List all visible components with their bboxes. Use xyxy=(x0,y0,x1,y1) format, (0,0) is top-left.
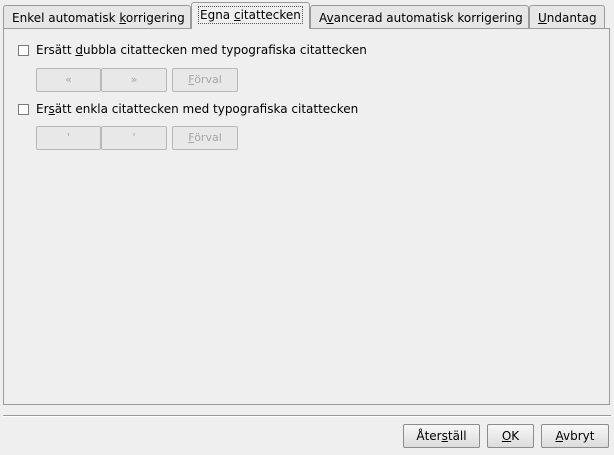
tab-undantag[interactable]: Undantag xyxy=(529,5,605,29)
cancel-button[interactable]: Avbryt xyxy=(541,424,609,448)
tab-enkel-automatisk-korrigering[interactable]: Enkel automatisk korrigering xyxy=(3,5,191,29)
tab-panel: Ersätt dubbla citattecken med typografis… xyxy=(3,28,610,405)
double-quotes-label: Ersätt dubbla citattecken med typografis… xyxy=(36,43,367,57)
ok-button[interactable]: OK xyxy=(487,424,534,448)
single-quotes-label: Ersätt enkla citattecken med typografisk… xyxy=(36,102,359,116)
tab-label: Undantag xyxy=(538,11,597,25)
single-quotes-row[interactable]: Ersätt enkla citattecken med typografisk… xyxy=(18,102,358,116)
single-default-button[interactable]: Förval xyxy=(172,126,238,150)
tab-avancerad-automatisk-korrigering[interactable]: Avancerad automatisk korrigering xyxy=(310,5,529,29)
single-quotes-checkbox[interactable] xyxy=(18,103,29,115)
tab-label: Avancerad automatisk korrigering xyxy=(319,11,523,25)
double-quotes-row[interactable]: Ersätt dubbla citattecken med typografis… xyxy=(18,43,367,57)
tab-egna-citattecken[interactable]: Egna citattecken xyxy=(191,2,310,29)
single-close-quote-button[interactable]: ' xyxy=(101,126,167,150)
single-open-quote-button[interactable]: ' xyxy=(36,126,101,150)
double-close-quote-button[interactable]: » xyxy=(101,68,167,92)
tab-label: Enkel automatisk korrigering xyxy=(12,11,185,25)
double-open-quote-button[interactable]: « xyxy=(36,68,101,92)
double-default-button[interactable]: Förval xyxy=(172,68,238,92)
dialog-separator-highlight xyxy=(3,416,611,417)
double-quotes-checkbox[interactable] xyxy=(18,44,29,56)
tab-label: Egna citattecken xyxy=(198,6,303,24)
reset-button[interactable]: Återställ xyxy=(403,424,480,448)
